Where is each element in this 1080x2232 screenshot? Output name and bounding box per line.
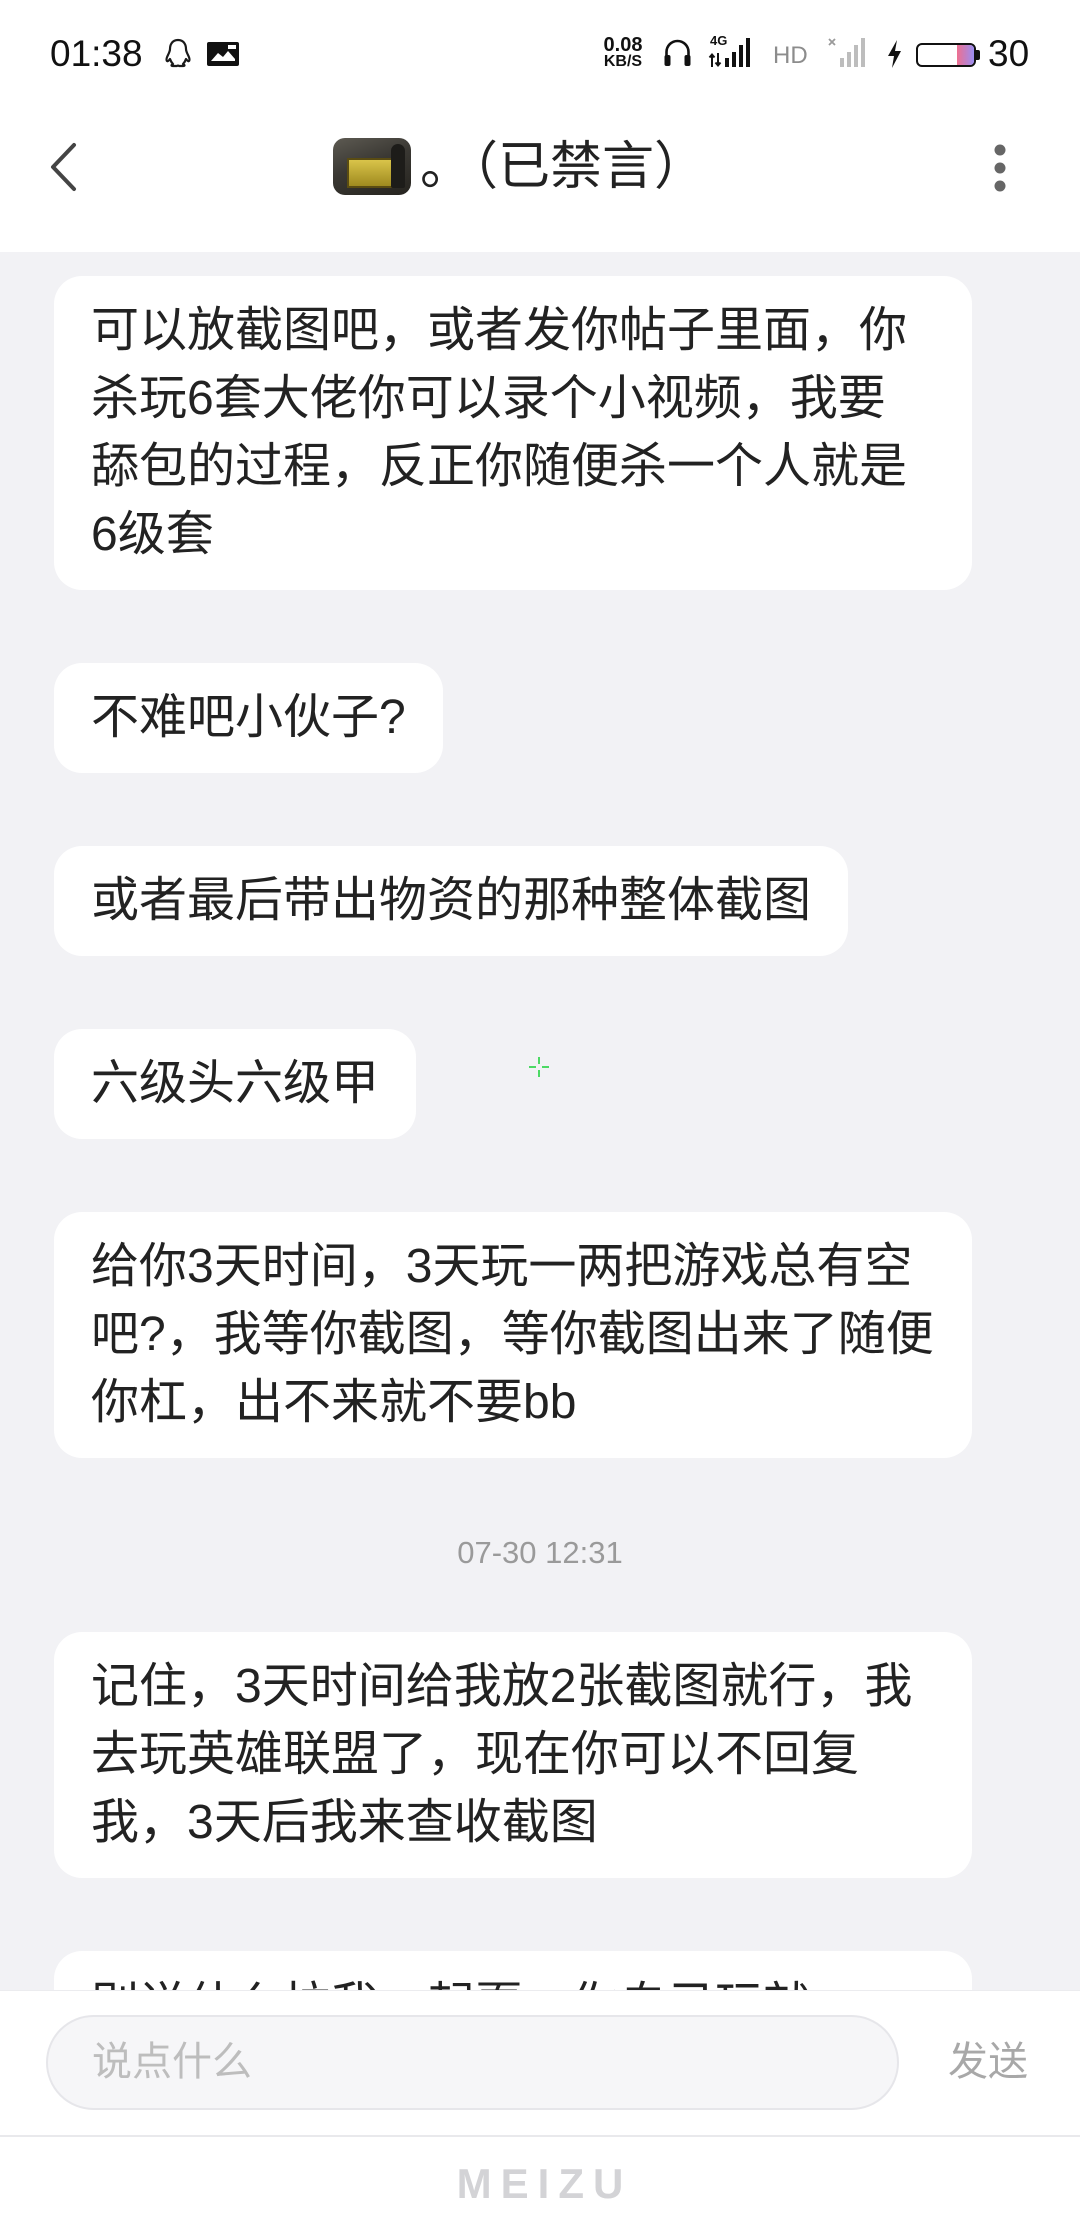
headphones-icon [662,37,693,73]
network-speed: 0.08 KB/S [598,34,648,70]
message-row: 给你3天时间，3天玩一两把游戏总有空 吧?，我等你截图，等你截图出来了随便 你杠，出… [0,1212,1080,1458]
message-bubble[interactable]: 不难吧小伙子? [54,663,443,773]
chat-scroll-area[interactable]: 可以放截图吧，或者发你帖子里面，你 杀玩6套大佬你可以录个小视频，我要 舔包的过程，… [0,252,1080,1990]
message-text-line: 6级套 [91,508,214,561]
battery-icon [916,43,982,67]
message-bubble[interactable]: 记住，3天时间给我放2张截图就行，我 去玩英雄联盟了，现在你可以不回复 我，3天后我… [54,1632,972,1878]
message-text-line: 别说什么拉我一起耍，你自己玩就 [91,1972,935,1990]
message-composer: 发送 [0,1990,1080,2135]
device-footer: MEIZU [0,2135,1080,2232]
message-text-line: 吧?，我等你截图，等你截图出来了随便 [91,1308,934,1361]
message-text-line: 去玩英雄联盟了，现在你可以不回复 [91,1728,860,1781]
contact-avatar[interactable] [333,138,411,195]
battery-level-fill [957,45,974,65]
message-row: 可以放截图吧，或者发你帖子里面，你 杀玩6套大佬你可以录个小视频，我要 舔包的过程，… [0,276,1080,590]
battery-percent: 30 [988,33,1030,74]
message-bubble[interactable]: 六级头六级甲 [54,1029,417,1139]
message-text-line: 我，3天后我来查收截图 [91,1796,598,1849]
signal-4g-icon: 4G [707,33,755,69]
message-text-line: 你杠，出不来就不要bb [91,1376,577,1429]
message-text-line: 杀玩6套大佬你可以录个小视频，我要 [91,372,886,425]
network-type-label: 4G [710,33,728,48]
chat-title: 。（已禁言） [420,138,707,196]
message-bubble[interactable]: 给你3天时间，3天玩一两把游戏总有空 吧?，我等你截图，等你截图出来了随便 你杠，出… [54,1212,972,1458]
message-text-line: 给你3天时间，3天玩一两把游戏总有空 [91,1240,913,1293]
chevron-left-icon [51,143,76,191]
message-text-line: 舔包的过程，反正你随便杀一个人就是 [91,440,908,493]
send-button[interactable]: 发送 [948,2036,1028,2088]
message-text-line: 记住，3天时间给我放2张截图就行，我 [91,1660,913,1713]
hd-label: HD [773,42,808,69]
message-bubble[interactable]: 可以放截图吧，或者发你帖子里面，你 杀玩6套大佬你可以录个小视频，我要 舔包的过程，… [54,276,972,590]
message-list: 可以放截图吧，或者发你帖子里面，你 杀玩6套大佬你可以录个小视频，我要 舔包的过程，… [0,252,1080,1990]
message-text-line: 可以放截图吧，或者发你帖子里面，你 [91,304,908,357]
more-vertical-icon [994,144,1006,192]
qq-icon [165,38,191,73]
message-bubble[interactable]: 或者最后带出物资的那种整体截图 [54,846,849,956]
message-row: 或者最后带出物资的那种整体截图 [0,846,1080,956]
status-bar: 01:38 0.08 KB/S 4G HD 30 [0,0,1080,107]
message-text-line: 或者最后带出物资的那种整体截图 [91,874,812,927]
message-row: 六级头六级甲 [0,1029,1080,1139]
message-text-line: 六级头六级甲 [91,1057,380,1110]
network-speed-unit: KB/S [603,53,643,70]
chat-header: 。（已禁言） [0,107,1080,252]
message-row: 别说什么拉我一起耍，你自己玩就 [0,1951,1080,1990]
brand-logo: MEIZU [456,2160,633,2207]
message-timestamp: 07-30 12:31 [457,1535,623,1570]
gallery-icon [206,41,240,72]
back-button[interactable] [38,135,90,199]
message-input[interactable] [46,2015,899,2110]
charging-icon [886,39,903,74]
message-bubble[interactable]: 别说什么拉我一起耍，你自己玩就 [54,1951,972,1990]
message-row: 记住，3天时间给我放2张截图就行，我 去玩英雄联盟了，现在你可以不回复 我，3天后我… [0,1632,1080,1878]
touch-indicator-icon [529,1057,549,1077]
more-options-button[interactable] [980,135,1020,199]
status-time: 01:38 [50,33,143,74]
message-text-line: 不难吧小伙子? [91,691,406,744]
message-row: 不难吧小伙子? [0,663,1080,773]
network-speed-value: 0.08 [603,34,643,56]
signal-no-service-icon [827,37,871,73]
